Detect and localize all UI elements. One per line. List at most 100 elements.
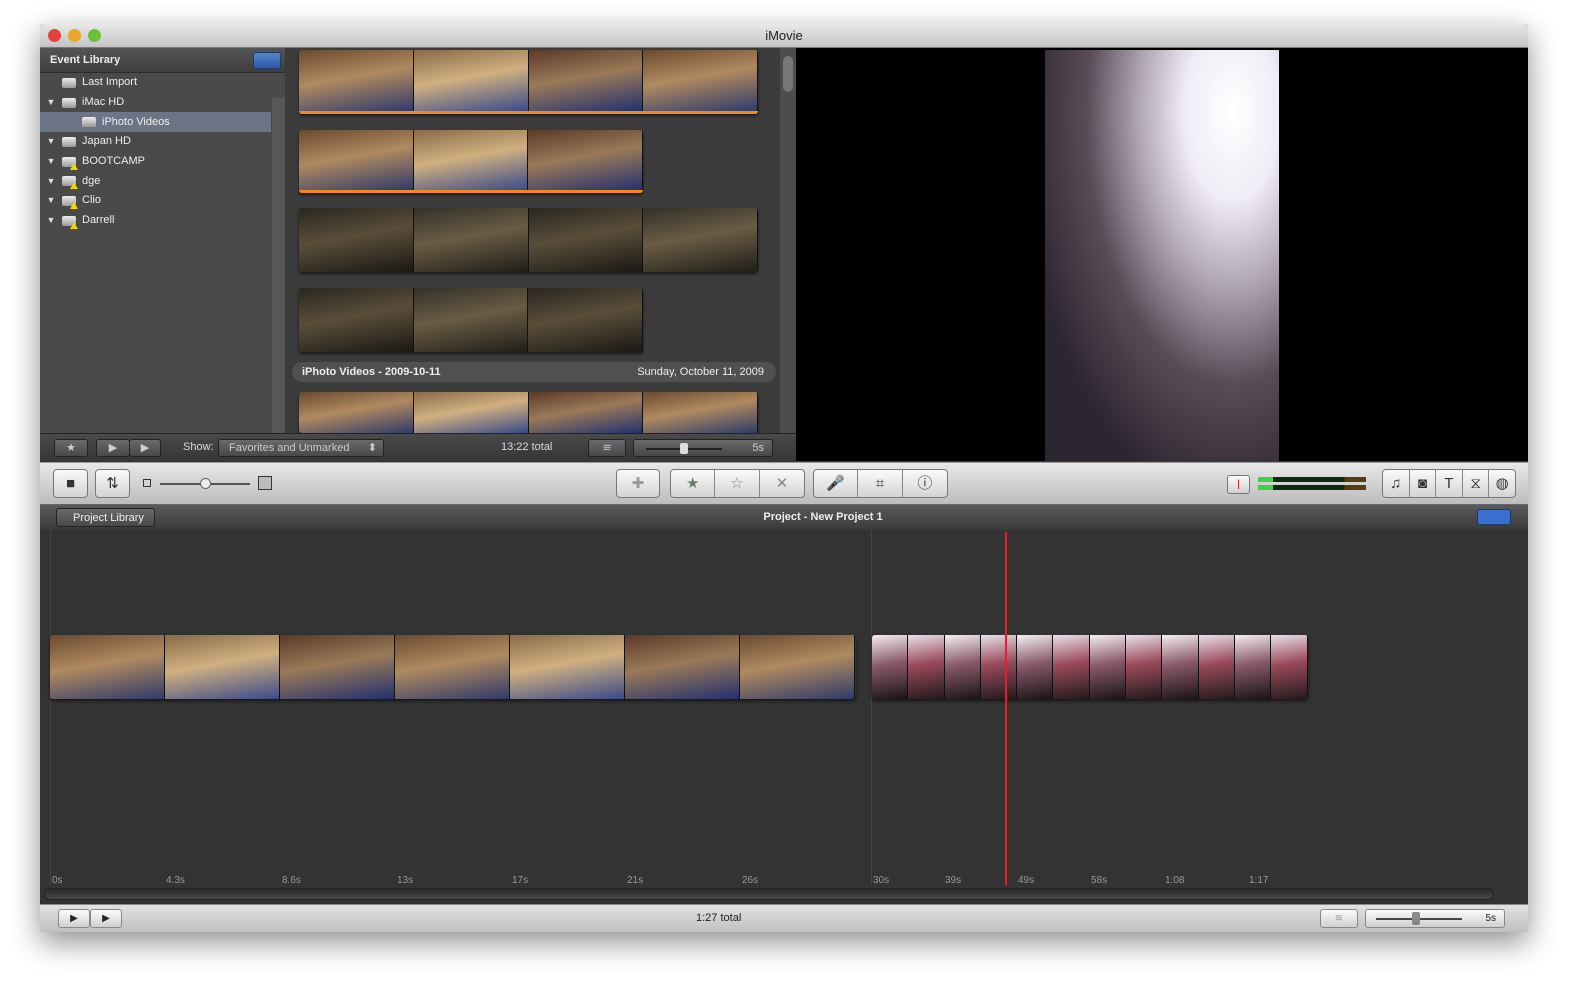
disclosure-triangle-icon[interactable]: ▼: [40, 152, 62, 171]
drive-warning-icon: [62, 176, 78, 190]
play-project-fullscreen-button[interactable]: ▶: [58, 909, 90, 928]
event-library: Event Library Last Import ▼ iMac HD iPhoto …: [40, 48, 285, 433]
event-library-item[interactable]: ▼ iMac HD: [40, 93, 271, 113]
add-to-project-button[interactable]: ✚: [616, 469, 660, 498]
title-icon[interactable]: T: [1436, 470, 1463, 497]
timeline-scrollbar[interactable]: [44, 888, 1494, 900]
project-clip[interactable]: [872, 635, 1308, 699]
sidebar-scrollbar[interactable]: [272, 98, 285, 433]
event-date: Sunday, October 11, 2009: [637, 366, 764, 378]
project-bar: Project Library Project - New Project 1: [40, 505, 1528, 530]
voiceover-button[interactable]: 🎤: [814, 470, 859, 497]
event-header: iPhoto Videos - 2009-10-11 Sunday, Octobe…: [292, 362, 776, 382]
clip-thumbnail: [413, 288, 529, 352]
timeline-start-line: [50, 530, 51, 885]
disclosure-triangle-icon[interactable]: ▼: [40, 93, 62, 112]
swap-button[interactable]: ⇅: [95, 469, 130, 498]
event-library-item-label: Last Import: [82, 76, 138, 89]
clip-thumbnail: [510, 635, 625, 699]
event-library-item[interactable]: ▼ dge: [40, 171, 271, 191]
clip-thumbnail: [528, 50, 644, 111]
project-clip[interactable]: [50, 635, 856, 699]
event-library-item[interactable]: iPhoto Videos: [40, 112, 271, 133]
reject-button[interactable]: ✕: [760, 470, 804, 497]
thumbnail-size-slider[interactable]: 5s: [633, 439, 773, 457]
disclosure-triangle-icon[interactable]: ▼: [40, 132, 62, 151]
zoom-button[interactable]: [88, 29, 101, 42]
event-clip[interactable]: [299, 208, 758, 272]
audio-waveform-button[interactable]: ≋: [588, 439, 626, 457]
minimize-button[interactable]: [68, 29, 81, 42]
show-label: Show:: [183, 441, 214, 453]
globe-icon[interactable]: ◍: [1489, 470, 1515, 497]
iphoto-icon: [82, 117, 96, 128]
camera-icon[interactable]: ◙: [1410, 470, 1437, 497]
event-clip[interactable]: [299, 288, 643, 352]
clip-thumbnail: [1017, 635, 1054, 699]
close-button[interactable]: [48, 29, 61, 42]
project-view-button[interactable]: [1477, 509, 1511, 525]
event-clip[interactable]: [299, 50, 758, 114]
event-library-title: Event Library: [50, 54, 121, 66]
disclosure-triangle-icon[interactable]: ▼: [40, 172, 62, 191]
clip-thumbnail: [299, 288, 414, 352]
disclosure-triangle-icon[interactable]: ▼: [40, 211, 62, 230]
event-clip[interactable]: [299, 392, 758, 433]
clip-thumbnail: [908, 635, 945, 699]
event-library-item-label: dge: [82, 174, 101, 187]
clip-thumbnail: [299, 130, 414, 190]
timeline-tick-label: 30s: [873, 875, 890, 886]
browser-scrollbar[interactable]: [780, 48, 796, 433]
event-title: iPhoto Videos - 2009-10-11: [302, 366, 441, 378]
play-button[interactable]: ▶: [129, 439, 161, 457]
timeline-tick-label: 26s: [742, 875, 759, 886]
event-library-item[interactable]: ▼ BOOTCAMP: [40, 152, 271, 172]
event-library-item[interactable]: ▼ Darrell: [40, 211, 271, 231]
clip-thumbnail: [1162, 635, 1199, 699]
show-filter-select[interactable]: Favorites and Unmarked ⬍: [218, 439, 384, 457]
favorite-button[interactable]: ★: [671, 470, 716, 497]
clip-thumbnail: [625, 635, 740, 699]
event-library-item[interactable]: ▼ Japan HD: [40, 132, 271, 152]
disclosure-triangle-icon[interactable]: ▼: [40, 191, 62, 210]
playhead[interactable]: [1005, 532, 1007, 885]
event-library-toggle-button[interactable]: ★: [54, 439, 88, 457]
import-camera-button[interactable]: ■: [53, 469, 88, 498]
drive-warning-icon: [62, 156, 78, 170]
project-audio-button[interactable]: ≋: [1320, 909, 1358, 928]
clip-thumbnail: [740, 635, 855, 699]
play-fullscreen-button[interactable]: ▶: [96, 439, 130, 457]
clip-thumbnail: [413, 130, 529, 190]
zoom-slider[interactable]: [160, 478, 250, 489]
clip-thumbnail: [528, 288, 643, 352]
audio-skimming-button[interactable]: |: [1227, 475, 1250, 494]
project-bottom-bar: ▶ ▶ 1:27 total ≋ 5s: [40, 904, 1528, 932]
music-icon[interactable]: ♫: [1383, 470, 1410, 497]
event-library-item-label: iPhoto Videos: [102, 115, 170, 128]
film-roll-icon: [62, 77, 76, 88]
crop-button[interactable]: ⌗: [858, 470, 903, 497]
event-total: 13:22 total: [501, 441, 553, 453]
play-project-button[interactable]: ▶: [90, 909, 122, 928]
event-library-item[interactable]: ▼ Clio: [40, 191, 271, 211]
timeline-tick-label: 39s: [945, 875, 962, 886]
clip-thumbnail: [1089, 635, 1127, 699]
unmark-button[interactable]: ☆: [715, 470, 760, 497]
project-thumbnail-slider[interactable]: 5s: [1365, 909, 1505, 928]
clip-thumbnail: [528, 130, 643, 190]
timeline-tick-label: 1:17: [1249, 875, 1269, 886]
project-title: Project - New Project 1: [763, 511, 883, 523]
clip-thumbnail: [165, 635, 280, 699]
inspector-button[interactable]: ⓘ: [903, 470, 947, 497]
event-clip[interactable]: [299, 130, 643, 193]
clip-thumbnail: [528, 208, 644, 272]
project-total: 1:27 total: [696, 912, 742, 924]
clip-thumbnail: [1271, 635, 1308, 699]
transition-icon[interactable]: ⧖: [1463, 470, 1490, 497]
show-drives-button[interactable]: [253, 52, 281, 69]
clip-thumbnail: [413, 392, 529, 433]
event-library-item[interactable]: Last Import: [40, 73, 271, 93]
timeline-tick-label: 4.3s: [166, 875, 185, 886]
scroll-thumb[interactable]: [783, 56, 793, 92]
project-thumbnail-duration: 5s: [1485, 913, 1496, 924]
